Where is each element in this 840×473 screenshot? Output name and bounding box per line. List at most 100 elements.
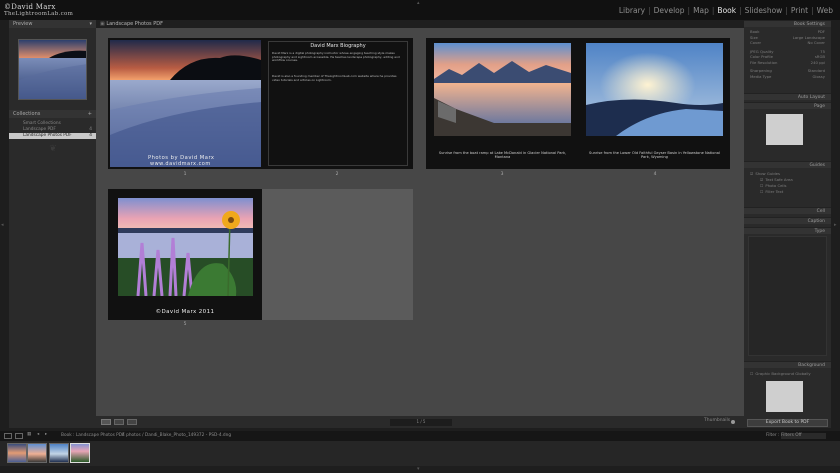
panel-collapse-icon[interactable]: ▾ <box>89 21 92 27</box>
filmstrip-thumbnail[interactable] <box>27 443 47 463</box>
display-2-icon[interactable] <box>15 433 23 439</box>
setting-label: File Resolution <box>750 59 778 65</box>
grid-icon[interactable]: ▦ <box>27 432 31 437</box>
single-page-view-icon[interactable] <box>127 419 137 425</box>
collections-panel-title: Collections <box>13 111 41 117</box>
module-picker: Library | Develop | Map | Book | Slideshow | … <box>616 6 836 15</box>
checkbox-icon: ☐ <box>760 183 764 188</box>
setting-label: Cover <box>750 40 762 45</box>
page-number: 4 <box>653 172 657 177</box>
biography-paragraph-1: David Marx is a digital photography inst… <box>272 51 400 63</box>
beach-sunset-image <box>110 40 261 167</box>
filter-select[interactable]: Filters Off <box>781 433 826 439</box>
photo-count-info: 4 photos / Dandi_Blake_Photo_149372 - PS… <box>122 433 232 438</box>
module-library[interactable]: Library <box>616 6 648 15</box>
text-safe-area-checkbox[interactable]: ☑ Text Safe Area <box>754 177 831 183</box>
photo-cells-checkbox[interactable]: ☐ Photo Cells <box>754 183 831 189</box>
guide-label: Text Safe Area <box>765 177 793 182</box>
auto-layout-header[interactable]: Auto Layout <box>744 93 831 100</box>
left-panel-toggle-icon[interactable]: ◂ <box>1 222 4 228</box>
checkbox-icon: ☐ <box>750 371 754 376</box>
page-navigator[interactable]: 1 / 5 <box>390 419 452 426</box>
photo-credit-website: www.davidmarx.com <box>150 161 211 167</box>
page-number: 1 <box>183 172 187 177</box>
background-graphic-well[interactable] <box>766 381 803 412</box>
checkbox-icon: ☑ <box>750 171 754 176</box>
module-slideshow[interactable]: Slideshow <box>742 6 786 15</box>
filmstrip-toolbar: ▦ ◂ ▸ Book : Landscape Photos PDF 4 phot… <box>0 431 840 441</box>
export-book-button[interactable]: Export Book to PDF <box>747 419 828 427</box>
collections-panel-header[interactable]: Collections + <box>9 110 96 118</box>
book-settings-header[interactable]: Book Settings <box>744 20 831 27</box>
setting-label: Media Type <box>750 73 772 79</box>
page-panel-header[interactable]: Page <box>744 102 831 109</box>
filmstrip <box>0 441 840 466</box>
page-4-caption: Sunrise from the Lower Old Faithful Geys… <box>589 151 720 159</box>
preview-panel-header[interactable]: Preview ▾ <box>9 20 96 28</box>
filmstrip-thumbnail[interactable] <box>49 443 69 463</box>
type-panel-header[interactable]: Type <box>744 227 831 234</box>
multi-page-view-icon[interactable] <box>101 419 111 425</box>
book-icon: ▣ <box>100 21 105 27</box>
source-book-path[interactable]: Book : Landscape Photos PDF <box>61 433 125 438</box>
module-book[interactable]: Book <box>714 6 739 15</box>
setting-row: Media Type Glossy <box>744 74 831 80</box>
lake-dock-image <box>434 43 571 136</box>
page-number: 5 <box>183 322 187 327</box>
guides-panel-header[interactable]: Guides <box>744 161 831 168</box>
document-title-bar: ▣ Landscape Photos PDF <box>96 20 744 28</box>
wildflower-lake-image <box>118 198 253 296</box>
module-web[interactable]: Web <box>814 6 836 15</box>
filter-label: Filter : <box>766 433 780 438</box>
type-controls[interactable] <box>748 236 827 356</box>
guide-label: Photo Cells <box>765 183 787 188</box>
collection-label: Landscape Photos PDF <box>23 133 72 138</box>
spread-view-icon[interactable] <box>114 419 124 425</box>
brand-logo: ©David Marx <box>4 3 56 11</box>
top-panel-toggle-icon[interactable]: ▴ <box>417 0 420 6</box>
add-collection-icon[interactable]: + <box>88 111 92 117</box>
page-template-thumbnail[interactable] <box>766 114 803 145</box>
collection-count: 4 <box>89 133 92 138</box>
background-option-label: Graphic Background Globally <box>755 371 811 376</box>
center-toolbar: 1 / 5 Thumbnails <box>96 416 744 428</box>
page-number: 2 <box>335 172 339 177</box>
biography-paragraph-2: David is also a founding member of TheLi… <box>272 74 397 82</box>
checkbox-icon: ☐ <box>760 189 764 194</box>
checkbox-icon: ☑ <box>760 177 764 182</box>
forward-arrow-icon[interactable]: ▸ <box>45 432 47 437</box>
collections-panel: Collections + Smart Collections Landscap… <box>9 110 96 139</box>
graphic-background-checkbox[interactable]: ☐ Graphic Background Globally <box>744 371 831 377</box>
collection-landscape-photos-pdf[interactable]: Landscape Photos PDF 4 <box>9 133 96 139</box>
right-panel-toggle-icon[interactable]: ▸ <box>834 222 837 228</box>
page-1-photo[interactable] <box>110 40 261 167</box>
page-5-photo[interactable] <box>118 198 253 296</box>
module-map[interactable]: Map <box>690 6 712 15</box>
display-1-icon[interactable] <box>4 433 12 439</box>
background-panel-header[interactable]: Background <box>744 361 831 368</box>
brand-website: TheLightroomLab.com <box>4 11 74 17</box>
guide-label: Filler Text <box>765 189 784 194</box>
book-cover-select[interactable]: No Cover <box>808 40 826 46</box>
filmstrip-thumbnail-selected[interactable] <box>70 443 90 463</box>
back-arrow-icon[interactable]: ◂ <box>37 432 39 437</box>
thumbnails-label: Thumbnails <box>704 418 731 423</box>
top-bar: ©David Marx TheLightroomLab.com Library |… <box>0 0 840 20</box>
bottom-panel-toggle-icon[interactable]: ▾ <box>417 466 420 472</box>
page-3-photo[interactable] <box>434 43 571 136</box>
caption-panel-header[interactable]: Caption <box>744 217 831 224</box>
page-number: 3 <box>500 172 504 177</box>
show-guides-checkbox[interactable]: ☑ Show Guides <box>744 171 831 177</box>
page-3-caption: Sunrise from the boat ramp at Lake McDon… <box>438 151 567 159</box>
file-resolution-input[interactable]: 240 ppi <box>811 60 825 66</box>
cell-panel-header[interactable]: Cell <box>744 207 831 214</box>
filler-text-checkbox[interactable]: ☐ Filler Text <box>754 189 831 195</box>
filmstrip-thumbnail[interactable] <box>7 443 27 463</box>
media-type-select[interactable]: Glossy <box>812 74 825 80</box>
module-develop[interactable]: Develop <box>651 6 688 15</box>
preview-panel-title: Preview <box>13 21 33 27</box>
thumbnail-size-slider[interactable] <box>731 420 735 424</box>
page-4-photo[interactable] <box>586 43 723 136</box>
document-title: Landscape Photos PDF <box>106 21 163 27</box>
module-print[interactable]: Print <box>788 6 811 15</box>
